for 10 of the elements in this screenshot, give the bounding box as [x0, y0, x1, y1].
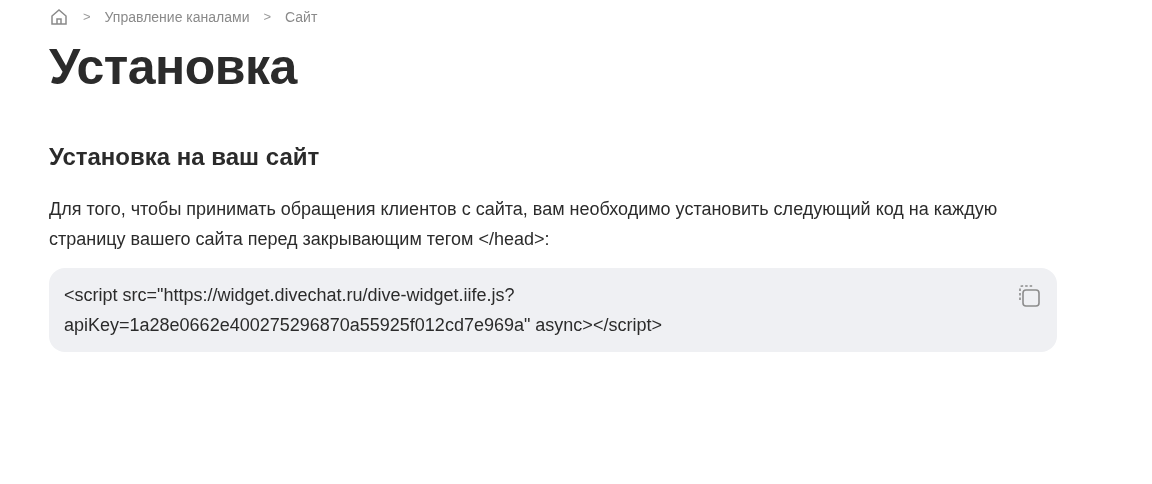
breadcrumb-link[interactable]: Сайт — [285, 6, 318, 28]
breadcrumb-separator: > — [83, 8, 91, 27]
breadcrumb-link[interactable]: Управление каналами — [104, 6, 250, 28]
instruction-text: Для того, чтобы принимать обращения клиентов с сайта, вам необходимо установить следующий код на каждую страницу вашего сайта перед закрывающим тегом </head>: — [49, 197, 999, 251]
breadcrumb-separator: > — [263, 8, 272, 27]
home-icon[interactable] — [49, 7, 69, 27]
section-heading: Установка на ваш сайт — [49, 143, 321, 172]
code-line: apiKey=1a28e0662e400275296870a55925f012cd7e969a" async></script> — [64, 313, 662, 337]
code-line: <script src="https://widget.divechat.ru/dive-widget.iife.js? — [64, 283, 516, 307]
page-title: Установка — [49, 40, 299, 95]
